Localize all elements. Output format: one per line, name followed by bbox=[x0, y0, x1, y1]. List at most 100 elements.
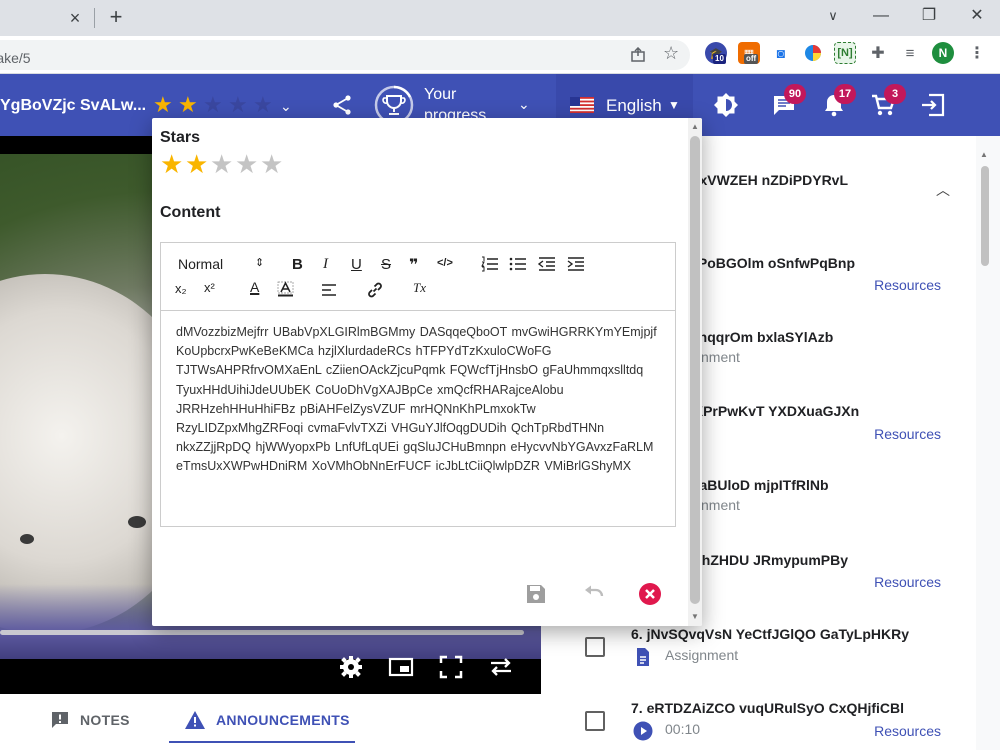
tab-search-icon[interactable]: ∨ bbox=[818, 3, 848, 29]
lesson-complete-checkbox[interactable] bbox=[585, 637, 605, 657]
reading-list-icon[interactable]: ≡ bbox=[899, 42, 921, 64]
bullet-list-icon[interactable] bbox=[509, 256, 527, 272]
text-color-button[interactable]: A bbox=[250, 279, 259, 295]
lesson-resources-link[interactable]: Resources bbox=[874, 277, 941, 293]
play-circle-icon bbox=[633, 721, 653, 741]
editor-content[interactable]: dMVozzbizMejfrr UBabVpXLGIRlmBGMmy DASqq… bbox=[176, 323, 666, 477]
italic-button[interactable]: I bbox=[323, 256, 328, 273]
new-tab-button[interactable]: + bbox=[103, 4, 129, 30]
format-select-caret-icon[interactable]: ⇕ bbox=[255, 256, 264, 269]
star-empty-icon[interactable]: ★ bbox=[235, 149, 258, 179]
video-detail bbox=[20, 534, 34, 544]
notifications-count-badge: 17 bbox=[834, 84, 856, 104]
format-select-value: Normal bbox=[178, 256, 224, 272]
star-empty-icon[interactable]: ★ bbox=[253, 94, 273, 116]
format-select[interactable]: Normal bbox=[178, 256, 223, 272]
content-label: Content bbox=[160, 204, 221, 221]
clear-formatting-button[interactable]: Tx bbox=[413, 280, 426, 296]
bookmark-star-icon[interactable]: ☆ bbox=[663, 43, 679, 64]
star-empty-icon[interactable]: ★ bbox=[203, 94, 223, 116]
lesson-resources-link[interactable]: Resources bbox=[874, 426, 941, 442]
blockquote-button[interactable]: ❞ bbox=[409, 255, 418, 275]
tab-notes-label: NOTES bbox=[80, 712, 130, 728]
picture-in-picture-icon[interactable] bbox=[388, 654, 414, 680]
stars-label: Stars bbox=[160, 129, 201, 146]
theme-toggle-icon[interactable] bbox=[712, 91, 740, 119]
indent-icon[interactable] bbox=[567, 256, 585, 272]
tab-announcements[interactable]: ANNOUNCEMENTS bbox=[184, 710, 350, 730]
swap-layout-icon[interactable] bbox=[488, 654, 514, 680]
dialog-scrollbar[interactable]: ▲ ▼ bbox=[688, 118, 702, 626]
dialog-scrollbar-thumb[interactable] bbox=[690, 136, 700, 604]
lesson-title[interactable]: 6. jNvSQvqVsN YeCtfJGlQO GaTyLpHKRy bbox=[631, 626, 909, 642]
course-title[interactable]: YgBoVZjc SvALw... bbox=[0, 97, 146, 115]
underline-button[interactable]: U bbox=[351, 256, 362, 273]
share-page-icon[interactable] bbox=[630, 47, 646, 63]
active-tab-indicator bbox=[169, 741, 355, 743]
star-filled-icon[interactable]: ★ bbox=[185, 149, 208, 179]
code-block-button[interactable]: </> bbox=[437, 257, 453, 269]
extension-n-icon[interactable]: [N] bbox=[834, 42, 856, 64]
background-color-icon[interactable] bbox=[277, 281, 294, 297]
fullscreen-icon[interactable] bbox=[438, 654, 464, 680]
messages-count-badge: 90 bbox=[784, 84, 806, 104]
outdent-icon[interactable] bbox=[538, 256, 556, 272]
lessons-scrollbar[interactable]: ▲ bbox=[976, 136, 1000, 750]
us-flag-icon bbox=[570, 97, 594, 113]
ordered-list-icon[interactable] bbox=[481, 256, 499, 272]
subscript-button[interactable]: x₂ bbox=[175, 281, 187, 296]
minimize-button[interactable]: — bbox=[866, 3, 896, 29]
scrollbar-thumb[interactable] bbox=[981, 166, 989, 266]
link-icon[interactable] bbox=[366, 281, 384, 299]
url-field[interactable]: e-take/5 bbox=[0, 40, 690, 70]
star-empty-icon[interactable]: ★ bbox=[210, 149, 233, 179]
notes-icon bbox=[52, 712, 68, 728]
logout-icon[interactable] bbox=[919, 91, 947, 119]
chevron-down-icon[interactable]: ⌄ bbox=[280, 98, 292, 115]
star-filled-icon[interactable]: ★ bbox=[178, 94, 198, 116]
extension-record-icon[interactable]: ◙ bbox=[770, 42, 792, 64]
language-label: English bbox=[606, 96, 662, 115]
rich-text-editor[interactable]: Normal ⇕ B I U S ❞ </> x₂ x² A Tx dMVozz… bbox=[160, 242, 676, 527]
chevron-up-icon[interactable]: ︿ bbox=[936, 180, 950, 200]
star-empty-icon[interactable]: ★ bbox=[260, 149, 283, 179]
content-tabs: NOTES ANNOUNCEMENTS bbox=[0, 694, 541, 750]
lesson-title-text: jNvSQvqVsN YeCtfJGlQO GaTyLpHKRy bbox=[646, 626, 910, 642]
profile-avatar[interactable]: N bbox=[932, 42, 954, 64]
extensions-puzzle-icon[interactable]: ✚ bbox=[867, 42, 889, 64]
lesson-resources-link[interactable]: Resources bbox=[874, 574, 941, 590]
chevron-down-icon[interactable]: ⌄ bbox=[518, 96, 530, 113]
star-filled-icon[interactable]: ★ bbox=[153, 94, 173, 116]
url-text[interactable]: e-take/5 bbox=[0, 50, 31, 66]
star-empty-icon[interactable]: ★ bbox=[228, 94, 248, 116]
undo-icon[interactable] bbox=[581, 582, 605, 606]
extension-graduation-icon[interactable]: 🎓 10 bbox=[705, 42, 727, 64]
window-close-button[interactable]: ✕ bbox=[962, 3, 992, 29]
align-icon[interactable] bbox=[321, 283, 337, 297]
tab-close-icon[interactable]: × bbox=[62, 5, 88, 31]
restore-button[interactable]: ❐ bbox=[914, 3, 944, 29]
scroll-up-arrow-icon[interactable]: ▲ bbox=[691, 122, 699, 131]
lesson-type-label: Assignment bbox=[665, 647, 739, 663]
lesson-title-text: eRTDZAiZCO vuqURulSyO CxQHjfiCBl bbox=[646, 700, 905, 716]
close-circle-icon[interactable] bbox=[638, 582, 662, 606]
review-dialog: Stars ★ ★ ★ ★ ★ Content Normal ⇕ B I U S ❞ <… bbox=[152, 118, 702, 626]
superscript-button[interactable]: x² bbox=[204, 280, 215, 295]
tab-notes[interactable]: NOTES bbox=[50, 710, 130, 730]
save-icon[interactable] bbox=[524, 582, 548, 606]
extension-coupon-icon[interactable]: ▦ off bbox=[738, 42, 760, 64]
scroll-down-arrow-icon[interactable]: ▼ bbox=[691, 612, 699, 621]
browser-menu-icon[interactable]: ⋮ bbox=[966, 42, 988, 64]
scroll-up-arrow-icon[interactable]: ▲ bbox=[980, 150, 988, 159]
lesson-title[interactable]: 7. eRTDZAiZCO vuqURulSyO CxQHjfiCBl bbox=[631, 700, 904, 716]
share-icon[interactable] bbox=[330, 93, 354, 117]
strike-button[interactable]: S bbox=[381, 256, 391, 273]
lesson-complete-checkbox[interactable] bbox=[585, 711, 605, 731]
lesson-type-label: nment bbox=[701, 497, 740, 513]
bold-button[interactable]: B bbox=[292, 256, 303, 273]
settings-gear-icon[interactable] bbox=[338, 654, 364, 680]
extension-color-icon[interactable] bbox=[802, 42, 824, 64]
star-filled-icon[interactable]: ★ bbox=[160, 149, 183, 179]
seek-bar[interactable] bbox=[0, 630, 524, 635]
lesson-resources-link[interactable]: Resources bbox=[874, 723, 941, 739]
